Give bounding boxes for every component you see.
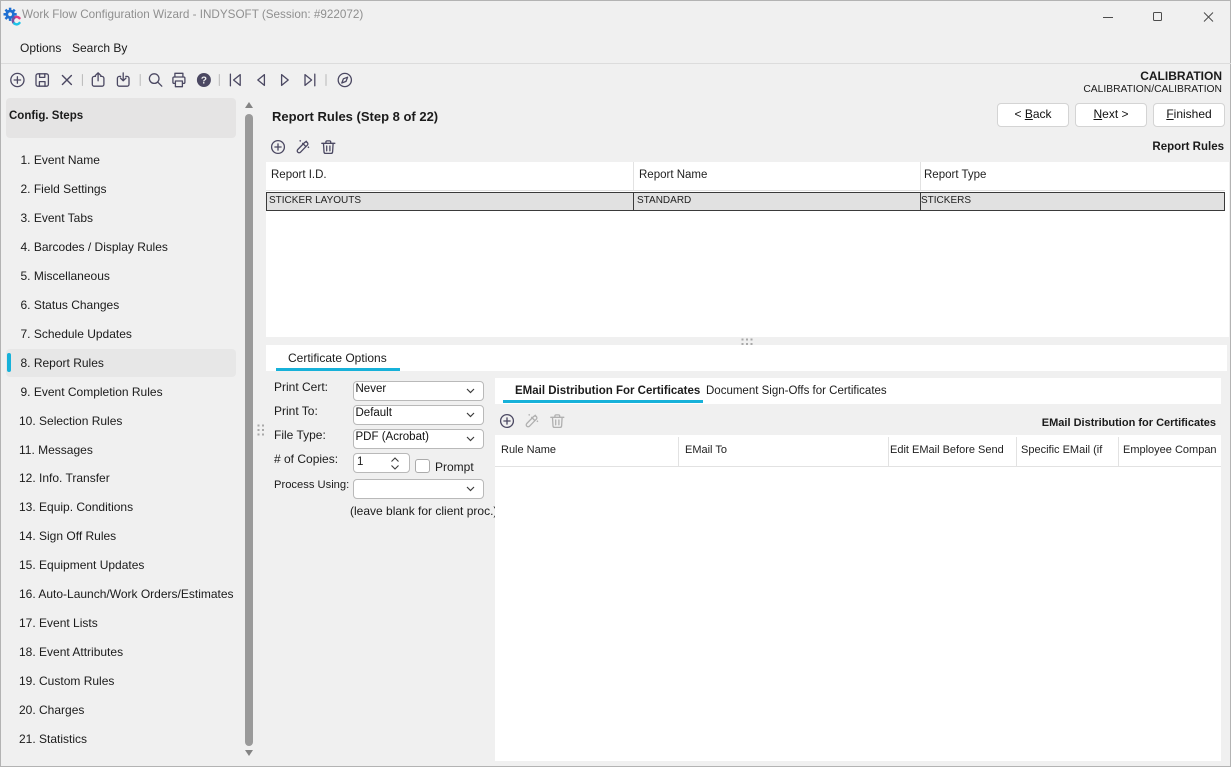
svg-text:?: ?: [201, 76, 207, 87]
